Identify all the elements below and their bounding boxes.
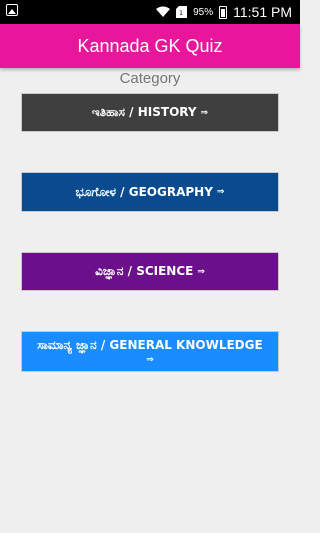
science-button[interactable]: ವಿಜ್ಞಾನ / SCIENCE ⇒ <box>21 252 279 291</box>
svg-text:1: 1 <box>179 10 183 17</box>
arrow-right-icon: ⇒ <box>200 107 209 118</box>
category-heading: Category <box>119 70 181 87</box>
geography-label: ಭೂಗೋಳ / GEOGRAPHY <box>75 184 213 199</box>
science-label: ವಿಜ್ಞಾನ / SCIENCE <box>95 264 194 278</box>
geography-button[interactable]: ಭೂಗೋಳ / GEOGRAPHY ⇒ <box>21 172 279 212</box>
wifi-icon <box>156 6 171 17</box>
history-button[interactable]: ಇತಿಹಾಸ / HISTORY ⇒ <box>21 93 279 132</box>
arrow-right-icon: ⇒ <box>197 266 205 277</box>
status-bar: 1 95% 11:51 PM <box>0 0 300 24</box>
app-title: Kannada GK Quiz <box>77 36 223 56</box>
general-knowledge-label: ಸಾಮಾನ್ಯ ಜ್ಞಾನ / GENERAL KNOWLEDGE <box>37 338 263 352</box>
status-icons: 1 95% 11:51 PM <box>156 0 292 24</box>
battery-percent: 95% <box>193 6 214 18</box>
history-label: ಇತಿಹಾಸ / HISTORY <box>91 105 197 119</box>
general-knowledge-button[interactable]: ಸಾಮಾನ್ಯ ಜ್ಞಾನ / GENERAL KNOWLEDGE ⇒ <box>21 331 279 372</box>
battery-icon <box>219 5 228 19</box>
clock: 11:51 PM <box>233 4 292 20</box>
sim-icon: 1 <box>176 6 188 18</box>
arrow-right-icon: ⇒ <box>216 187 225 197</box>
image-notification-icon <box>6 4 18 16</box>
arrow-right-icon: ⇒ <box>146 355 154 365</box>
app-bar: Kannada GK Quiz <box>0 24 300 68</box>
